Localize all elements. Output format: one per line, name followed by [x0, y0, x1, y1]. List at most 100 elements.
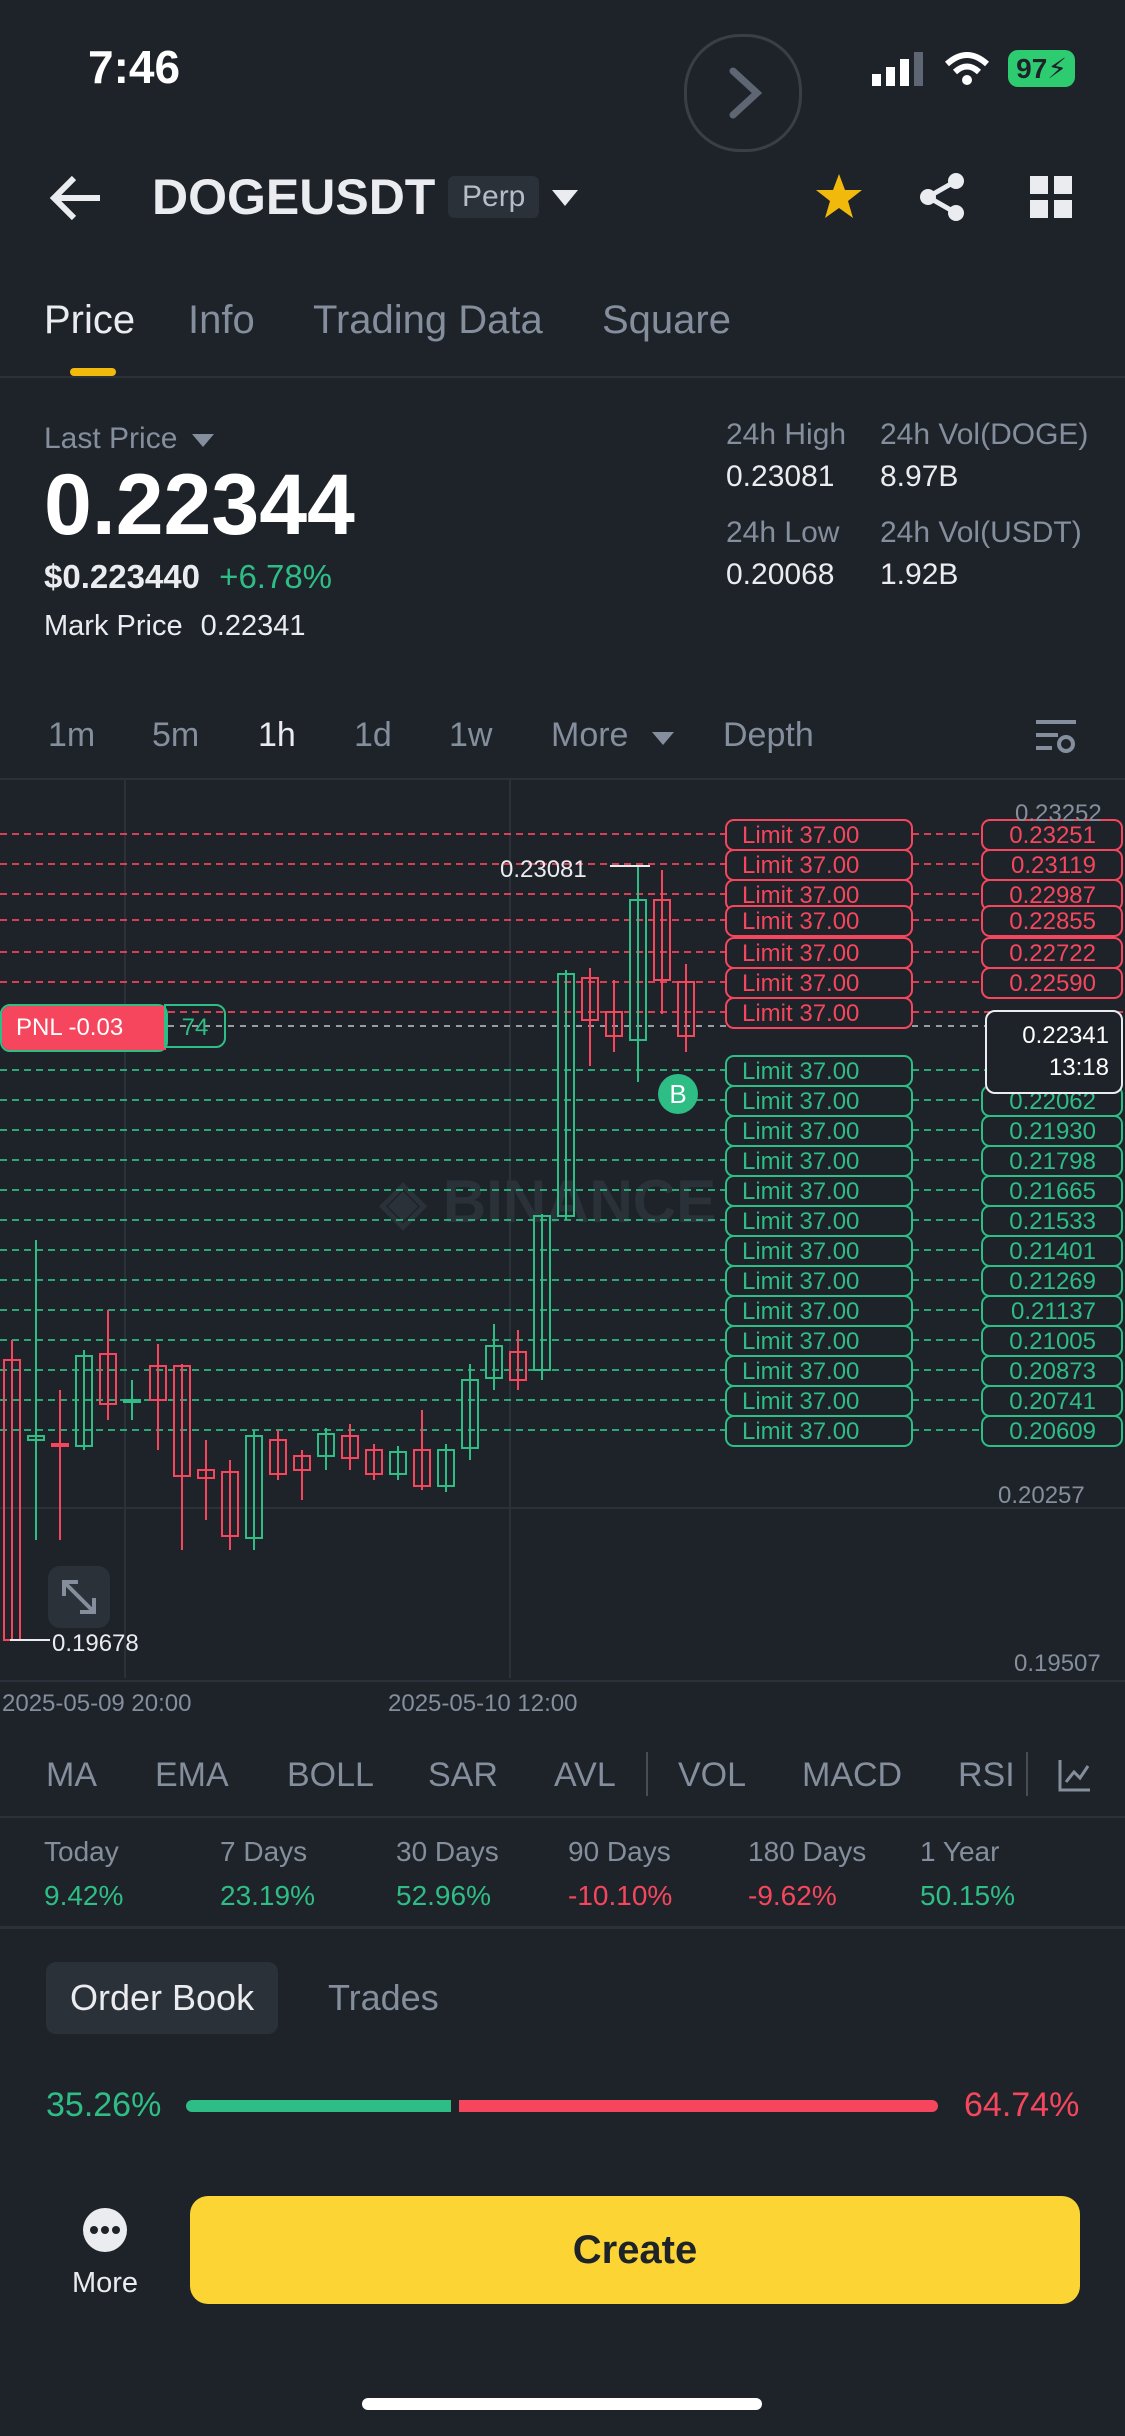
buy-order-text: Limit 37.00	[742, 1298, 859, 1325]
divider	[0, 376, 1125, 378]
candle	[581, 968, 599, 1066]
last-price: 0.22344	[44, 457, 355, 553]
buy-order-text: Limit 37.00	[742, 1118, 859, 1145]
interval-more[interactable]: More	[551, 716, 674, 755]
caret-down-icon	[651, 732, 674, 745]
performance-label: 1 Year	[920, 1836, 1000, 1867]
sell-order-text: Limit 37.00	[742, 822, 859, 849]
status-icons: 97⚡	[872, 50, 1075, 87]
star-icon[interactable]	[814, 172, 864, 220]
sell-order-label: Limit 37.00	[725, 997, 913, 1029]
fullscreen-button[interactable]	[48, 1566, 110, 1628]
performance-value: 52.96%	[396, 1880, 491, 1911]
tab-price[interactable]: Price	[44, 298, 135, 343]
buy-order-price: 0.21533	[1009, 1208, 1096, 1235]
buy-order-text: Limit 37.00	[742, 1238, 859, 1265]
sell-order-price: 0.22722	[1009, 940, 1096, 967]
buy-order-text: Limit 37.00	[742, 1388, 859, 1415]
indicator-ma[interactable]: MA	[46, 1756, 97, 1795]
buy-order-price: 0.20609	[1009, 1418, 1096, 1445]
vol-usdt-value: 1.92B	[880, 558, 959, 591]
buy-order-text: Limit 37.00	[742, 1058, 859, 1085]
high-label: 24h High	[726, 418, 847, 451]
tab-info[interactable]: Info	[188, 298, 255, 343]
mark-price-value: 0.22341	[200, 610, 306, 642]
symbol-title[interactable]: DOGEUSDT	[152, 168, 435, 226]
usd-price: $0.223440	[44, 558, 200, 595]
date-label-1: 2025-05-09 20:00	[2, 1690, 192, 1717]
chart-settings-icon[interactable]	[1036, 718, 1076, 754]
candle	[245, 1430, 263, 1550]
last-price-label[interactable]: Last Price	[44, 422, 214, 456]
axis-label-top: 0.23252	[1015, 800, 1102, 827]
candle	[173, 1364, 191, 1550]
caret-down-icon	[191, 434, 214, 447]
buy-ratio-fill	[186, 2100, 452, 2112]
indicator-macd[interactable]: MACD	[802, 1756, 902, 1795]
buy-order-text: Limit 37.00	[742, 1328, 859, 1355]
tab-trades[interactable]: Trades	[304, 1962, 463, 2034]
candle	[629, 866, 647, 1082]
caret-down-icon[interactable]	[552, 190, 578, 208]
performance-label: 90 Days	[568, 1836, 671, 1867]
candle	[123, 1380, 141, 1420]
candle	[485, 1324, 503, 1390]
perp-badge: Perp	[448, 176, 540, 218]
forward-circle-button[interactable]	[684, 34, 802, 152]
buy-order-price: 0.21137	[1011, 1298, 1096, 1325]
mark-price-label: Mark Price	[44, 610, 183, 642]
divider	[0, 1926, 1125, 1929]
indicator-avl[interactable]: AVL	[554, 1756, 616, 1795]
candlestick-chart[interactable]: ◈ BINANCE Limit 37.00 0.23251Limit 37.00 0…	[0, 778, 1125, 1678]
axis-label-bottom: 0.19507	[1014, 1650, 1101, 1677]
buy-order-price: 0.21665	[1009, 1178, 1096, 1205]
candle	[605, 980, 623, 1052]
performance-label: 30 Days	[396, 1836, 499, 1867]
chevron-right-icon	[729, 67, 763, 119]
candle	[221, 1460, 239, 1550]
interval-depth[interactable]: Depth	[723, 716, 814, 755]
divider	[0, 1816, 1125, 1818]
interval-1d[interactable]: 1d	[354, 716, 392, 755]
indicator-boll[interactable]: BOLL	[287, 1756, 374, 1795]
pnl-label: PNL -0.03	[2, 1006, 166, 1050]
back-arrow-icon[interactable]	[48, 176, 104, 220]
sell-order-price: 0.22987	[1009, 882, 1096, 909]
buy-order-price: 0.21930	[1009, 1118, 1096, 1145]
indicator-settings-icon[interactable]	[1058, 1758, 1092, 1792]
buy-ratio: 35.26%	[46, 2086, 162, 2124]
more-dots-icon	[83, 2208, 127, 2252]
create-button[interactable]: Create	[190, 2196, 1080, 2304]
buy-order-price: 0.21798	[1009, 1148, 1096, 1175]
indicator-ema[interactable]: EMA	[155, 1756, 229, 1795]
sell-order-text: Limit 37.00	[742, 970, 859, 997]
candle	[509, 1330, 527, 1390]
sell-order-price: 0.23119	[1011, 852, 1096, 879]
tab-trading-data[interactable]: Trading Data	[313, 298, 543, 343]
performance-label: 180 Days	[748, 1836, 867, 1867]
interval-1h[interactable]: 1h	[258, 716, 296, 755]
wifi-icon	[945, 51, 990, 85]
more-button[interactable]: More	[60, 2206, 150, 2300]
indicator-rsi[interactable]: RSI	[958, 1756, 1015, 1795]
pnl-tag[interactable]: PNL -0.03	[0, 1004, 168, 1052]
performance-value: -10.10%	[568, 1880, 673, 1911]
pnl-quantity: 74	[164, 1004, 226, 1048]
buy-sell-ratio-bar	[186, 2100, 938, 2112]
buy-order-text: Limit 37.00	[742, 1088, 859, 1115]
vol-doge-label: 24h Vol(DOGE)	[880, 418, 1089, 451]
interval-5m[interactable]: 5m	[152, 716, 199, 755]
tab-order-book[interactable]: Order Book	[46, 1962, 279, 2034]
grid-icon[interactable]	[1030, 176, 1072, 218]
interval-1w[interactable]: 1w	[449, 716, 492, 755]
interval-1m[interactable]: 1m	[48, 716, 95, 755]
indicator-sar[interactable]: SAR	[428, 1756, 498, 1795]
buy-marker[interactable]: B	[658, 1074, 698, 1114]
candle	[341, 1424, 359, 1470]
share-icon[interactable]	[918, 172, 968, 222]
separator	[646, 1752, 648, 1796]
tab-underline	[70, 368, 116, 376]
indicator-vol[interactable]: VOL	[678, 1756, 746, 1795]
tab-square[interactable]: Square	[602, 298, 731, 343]
performance-value: 23.19%	[220, 1880, 315, 1911]
